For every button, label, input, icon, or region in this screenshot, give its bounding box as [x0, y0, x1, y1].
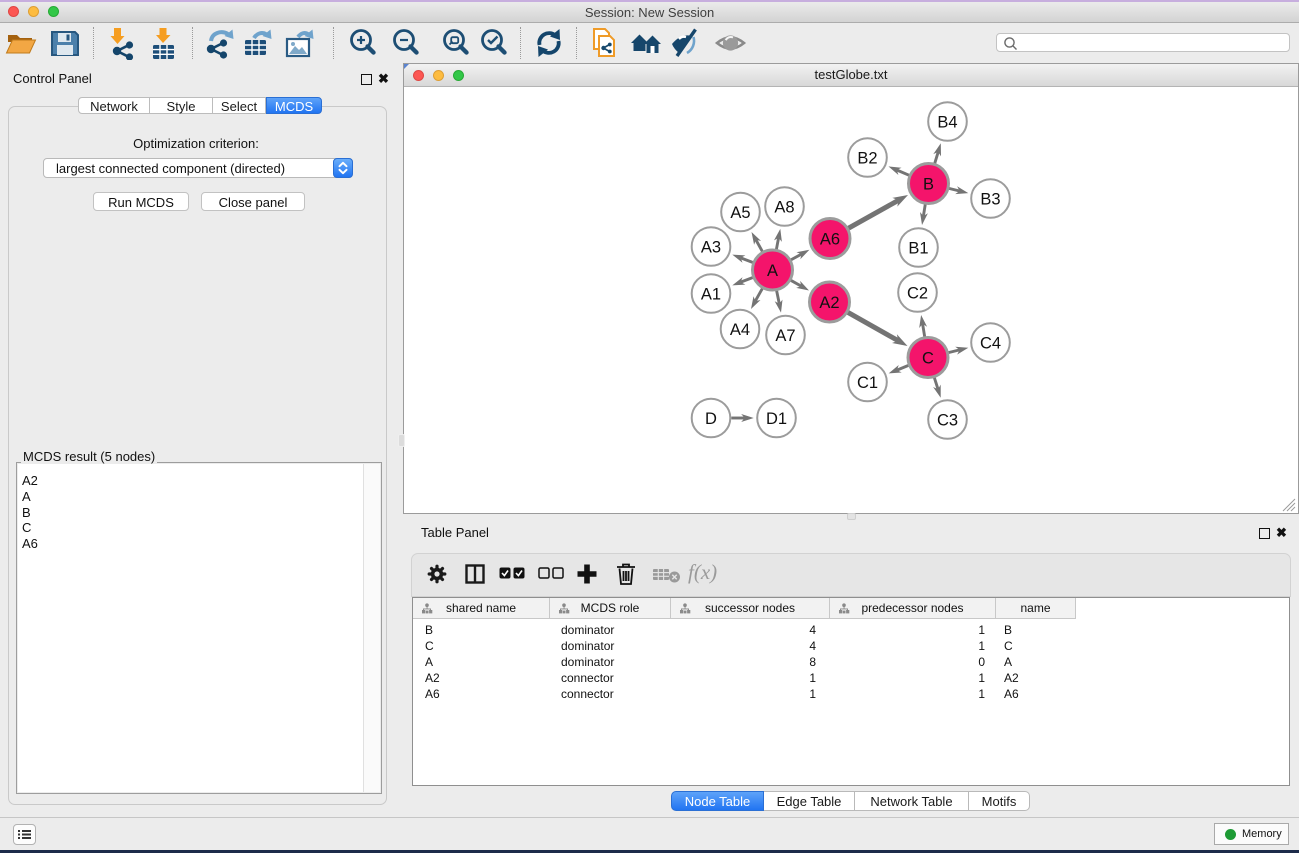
svg-text:B1: B1	[908, 239, 928, 257]
svg-text:C1: C1	[857, 374, 878, 392]
svg-text:C4: C4	[980, 334, 1001, 352]
svg-text:A5: A5	[730, 204, 750, 222]
svg-text:B3: B3	[980, 190, 1000, 208]
svg-text:C3: C3	[937, 411, 958, 429]
svg-text:C2: C2	[907, 284, 928, 302]
svg-text:B4: B4	[937, 113, 957, 131]
svg-text:A8: A8	[774, 198, 794, 216]
svg-text:A1: A1	[701, 285, 721, 303]
svg-text:A7: A7	[775, 327, 795, 345]
svg-text:D: D	[705, 410, 717, 428]
svg-text:A2: A2	[819, 294, 839, 312]
svg-text:A3: A3	[701, 238, 721, 256]
svg-text:C: C	[922, 349, 934, 367]
svg-text:B2: B2	[857, 149, 877, 167]
svg-text:A6: A6	[820, 230, 840, 248]
svg-text:A4: A4	[730, 321, 750, 339]
svg-text:A: A	[767, 262, 778, 280]
svg-text:B: B	[923, 175, 934, 193]
svg-text:D1: D1	[766, 410, 787, 428]
